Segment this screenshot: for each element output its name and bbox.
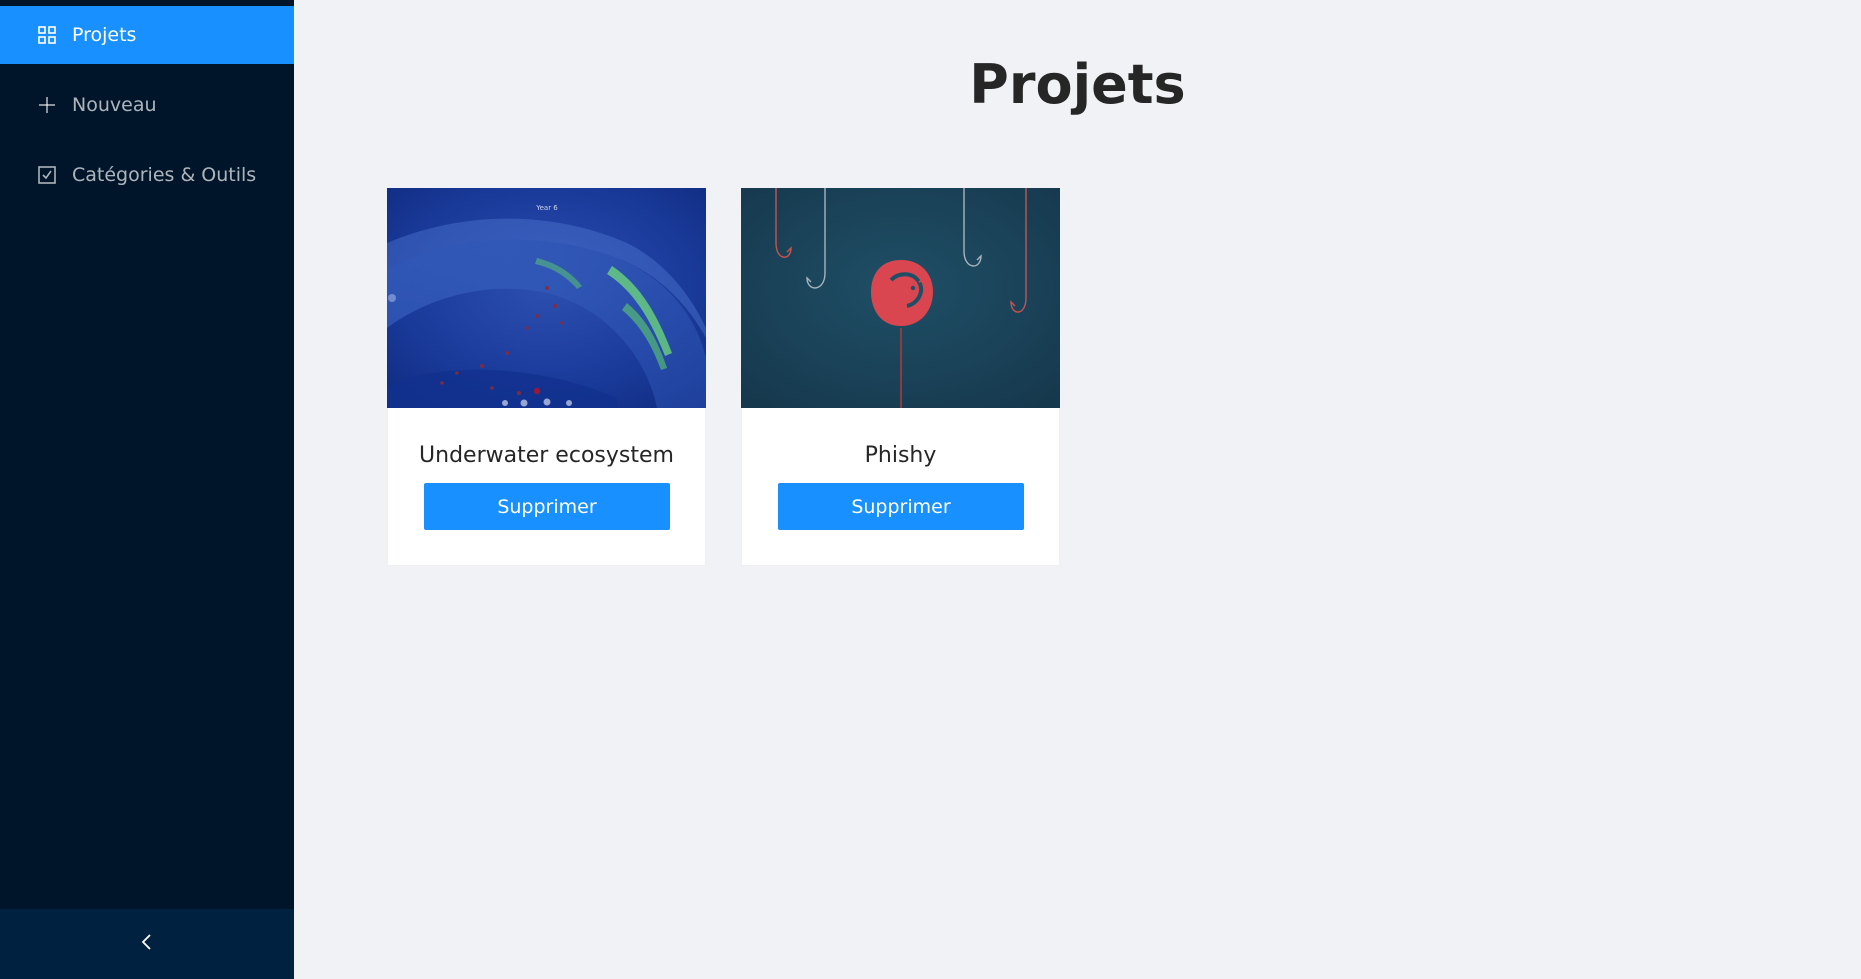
sidebar-item-label: Projets [72,24,137,46]
chevron-left-icon [140,933,154,955]
delete-project-button[interactable]: Supprimer [424,483,670,530]
delete-project-button[interactable]: Supprimer [778,483,1024,530]
sidebar: Projets Nouveau Catégories & Outils [0,0,294,979]
project-card: Year 6 Underwater ecosystem Supprimer [387,188,706,566]
cover-caption: Year 6 [535,204,558,212]
main-content: Projets Year 6 Underwater ecosystem Supp… [294,0,1861,979]
app: Projets Nouveau Catégories & Outils Proj… [0,0,1861,979]
sidebar-item-label: Nouveau [72,94,157,116]
checkbox-icon [36,164,58,186]
project-title: Underwater ecosystem [419,443,674,468]
project-cover-image[interactable] [741,188,1060,408]
sidebar-item-projets[interactable]: Projets [0,6,294,64]
project-cover-image[interactable]: Year 6 [387,188,706,408]
project-card: Phishy Supprimer [741,188,1060,566]
plus-icon [36,94,58,116]
sidebar-menu: Projets Nouveau Catégories & Outils [0,6,294,216]
sidebar-item-label: Catégories & Outils [72,164,257,186]
sidebar-collapse-button[interactable] [0,909,294,979]
grid-icon [36,24,58,46]
sidebar-item-categories-outils[interactable]: Catégories & Outils [0,146,294,204]
project-title: Phishy [864,443,937,468]
sidebar-item-nouveau[interactable]: Nouveau [0,76,294,134]
page-title: Projets [969,53,1186,116]
